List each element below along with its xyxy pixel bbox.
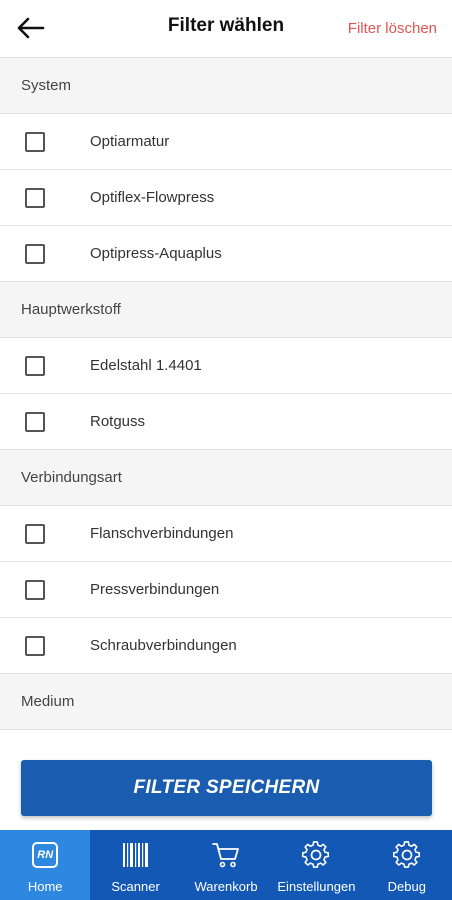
filter-row-rotguss[interactable]: Rotguss xyxy=(0,394,452,450)
checkbox[interactable] xyxy=(25,635,45,656)
filter-list: System Optiarmatur Optiflex-Flowpress Op… xyxy=(0,58,452,733)
filter-label: Edelstahl 1.4401 xyxy=(90,357,202,374)
barcode-icon xyxy=(122,843,148,867)
checkbox[interactable] xyxy=(25,355,45,376)
nav-home-label: Home xyxy=(27,879,63,894)
filter-label: Flanschverbindungen xyxy=(90,525,234,542)
rn-logo-icon: RN xyxy=(32,842,59,868)
nav-scanner[interactable]: Scanner xyxy=(90,830,180,900)
checkbox[interactable] xyxy=(25,523,45,544)
nav-settings-label: Einstellungen xyxy=(277,879,356,894)
filter-row-schraubverbindungen[interactable]: Schraubverbindungen xyxy=(0,618,452,674)
nav-cart[interactable]: Warenkorb xyxy=(181,830,271,900)
filter-row-edelstahl[interactable]: Edelstahl 1.4401 xyxy=(0,338,452,394)
section-header-verbindungsart: Verbindungsart xyxy=(0,450,452,506)
nav-scanner-label: Scanner xyxy=(111,879,160,894)
section-header-hauptwerkstoff: Hauptwerkstoff xyxy=(0,282,452,338)
filter-row-flanschverbindungen[interactable]: Flanschverbindungen xyxy=(0,506,452,562)
filter-label: Optiflex-Flowpress xyxy=(90,189,215,206)
filter-label: Optiarmatur xyxy=(90,133,170,150)
save-filter-button[interactable]: FILTER SPEICHERN xyxy=(21,760,432,816)
clear-filter-button[interactable]: Filter löschen xyxy=(348,20,437,37)
filter-row-optipress-aquaplus[interactable]: Optipress-Aquaplus xyxy=(0,226,452,282)
filter-row-optiarmatur[interactable]: Optiarmatur xyxy=(0,114,452,170)
filter-label: Pressverbindungen xyxy=(90,581,220,598)
gear-icon xyxy=(392,841,420,868)
save-filter-label: FILTER SPEICHERN xyxy=(133,777,320,798)
app-header: Filter wählen Filter löschen xyxy=(0,0,452,58)
filter-label: Rotguss xyxy=(90,413,146,430)
bottom-navigation: RN Home Scanner Warenkorb Einstellungen … xyxy=(0,830,452,900)
filter-row-optiflex-flowpress[interactable]: Optiflex-Flowpress xyxy=(0,170,452,226)
gear-icon xyxy=(302,841,330,868)
nav-debug[interactable]: Debug xyxy=(362,830,452,900)
cart-icon xyxy=(212,843,239,868)
checkbox[interactable] xyxy=(25,411,45,432)
checkbox[interactable] xyxy=(25,131,45,152)
nav-debug-label: Debug xyxy=(387,879,426,894)
section-header-medium: Medium xyxy=(0,674,452,730)
checkbox[interactable] xyxy=(25,579,45,600)
nav-home[interactable]: RN Home xyxy=(0,830,91,900)
checkbox[interactable] xyxy=(25,187,45,208)
section-header-system: System xyxy=(0,58,452,114)
nav-settings[interactable]: Einstellungen xyxy=(271,830,361,900)
checkbox[interactable] xyxy=(25,243,45,264)
filter-row-pressverbindungen[interactable]: Pressverbindungen xyxy=(0,562,452,618)
filter-label: Schraubverbindungen xyxy=(90,637,237,654)
filter-label: Optipress-Aquaplus xyxy=(90,245,222,262)
save-bar: FILTER SPEICHERN xyxy=(0,733,452,830)
nav-cart-label: Warenkorb xyxy=(194,879,258,894)
